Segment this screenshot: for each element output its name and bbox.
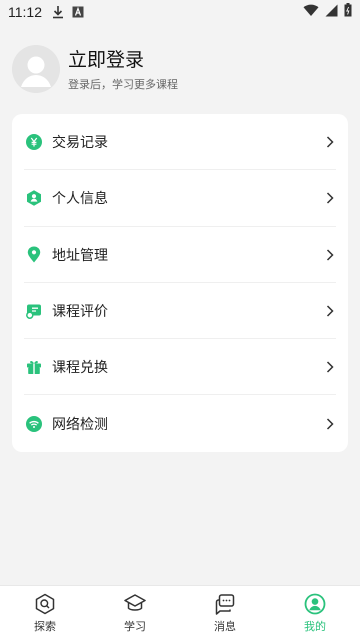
explore-icon bbox=[34, 592, 56, 616]
menu-item-course-review[interactable]: 课程评价 bbox=[12, 283, 348, 340]
profile-header[interactable]: 立即登录 登录后，学习更多课程 bbox=[12, 42, 348, 96]
tab-label: 消息 bbox=[214, 619, 236, 633]
status-right-icons bbox=[303, 3, 352, 21]
battery-icon bbox=[344, 3, 352, 21]
person-icon bbox=[26, 190, 42, 207]
login-subtitle: 登录后，学习更多课程 bbox=[68, 77, 178, 91]
menu-label: 个人信息 bbox=[52, 191, 108, 208]
menu-item-address[interactable]: 地址管理 bbox=[12, 227, 348, 284]
location-icon bbox=[26, 246, 42, 263]
wifi-icon bbox=[303, 4, 319, 21]
graduation-cap-icon bbox=[123, 592, 147, 616]
menu-card: 交易记录 个人信息 地址管理 课程评价 课程兑换 网络检测 bbox=[12, 114, 348, 452]
menu-label: 地址管理 bbox=[52, 247, 108, 264]
chevron-right-icon bbox=[326, 136, 334, 148]
menu-label: 交易记录 bbox=[52, 135, 108, 152]
status-bar: 11:12 bbox=[0, 0, 360, 24]
chevron-right-icon bbox=[326, 192, 334, 204]
chevron-right-icon bbox=[326, 418, 334, 430]
profile-icon bbox=[304, 592, 326, 616]
chevron-right-icon bbox=[326, 249, 334, 261]
status-time: 11:12 bbox=[8, 4, 42, 20]
chevron-right-icon bbox=[326, 305, 334, 317]
menu-item-network-check[interactable]: 网络检测 bbox=[12, 395, 348, 451]
avatar[interactable] bbox=[12, 45, 60, 93]
menu-label: 网络检测 bbox=[52, 416, 108, 433]
menu-item-transactions[interactable]: 交易记录 bbox=[12, 114, 348, 171]
tab-label: 学习 bbox=[124, 619, 146, 633]
default-avatar-icon bbox=[12, 45, 60, 93]
tab-mine[interactable]: 我的 bbox=[270, 586, 360, 639]
a-icon bbox=[72, 6, 84, 18]
download-icon bbox=[52, 5, 64, 19]
tab-label: 我的 bbox=[304, 619, 326, 633]
yen-icon bbox=[26, 134, 42, 151]
menu-item-personal-info[interactable]: 个人信息 bbox=[12, 170, 348, 227]
menu-item-course-redeem[interactable]: 课程兑换 bbox=[12, 339, 348, 396]
chat-icon bbox=[214, 592, 236, 616]
review-icon bbox=[26, 303, 42, 319]
network-icon bbox=[26, 415, 42, 432]
tab-explore[interactable]: 探索 bbox=[0, 586, 90, 639]
signal-icon bbox=[325, 4, 338, 21]
tab-messages[interactable]: 消息 bbox=[180, 586, 270, 639]
login-title[interactable]: 立即登录 bbox=[68, 47, 178, 73]
menu-label: 课程兑换 bbox=[52, 360, 108, 377]
bottom-tab-bar: 探索 学习 消息 我的 bbox=[0, 585, 360, 639]
chevron-right-icon bbox=[326, 361, 334, 373]
menu-label: 课程评价 bbox=[52, 304, 108, 321]
gift-icon bbox=[26, 359, 42, 375]
tab-label: 探索 bbox=[34, 619, 56, 633]
tab-study[interactable]: 学习 bbox=[90, 586, 180, 639]
